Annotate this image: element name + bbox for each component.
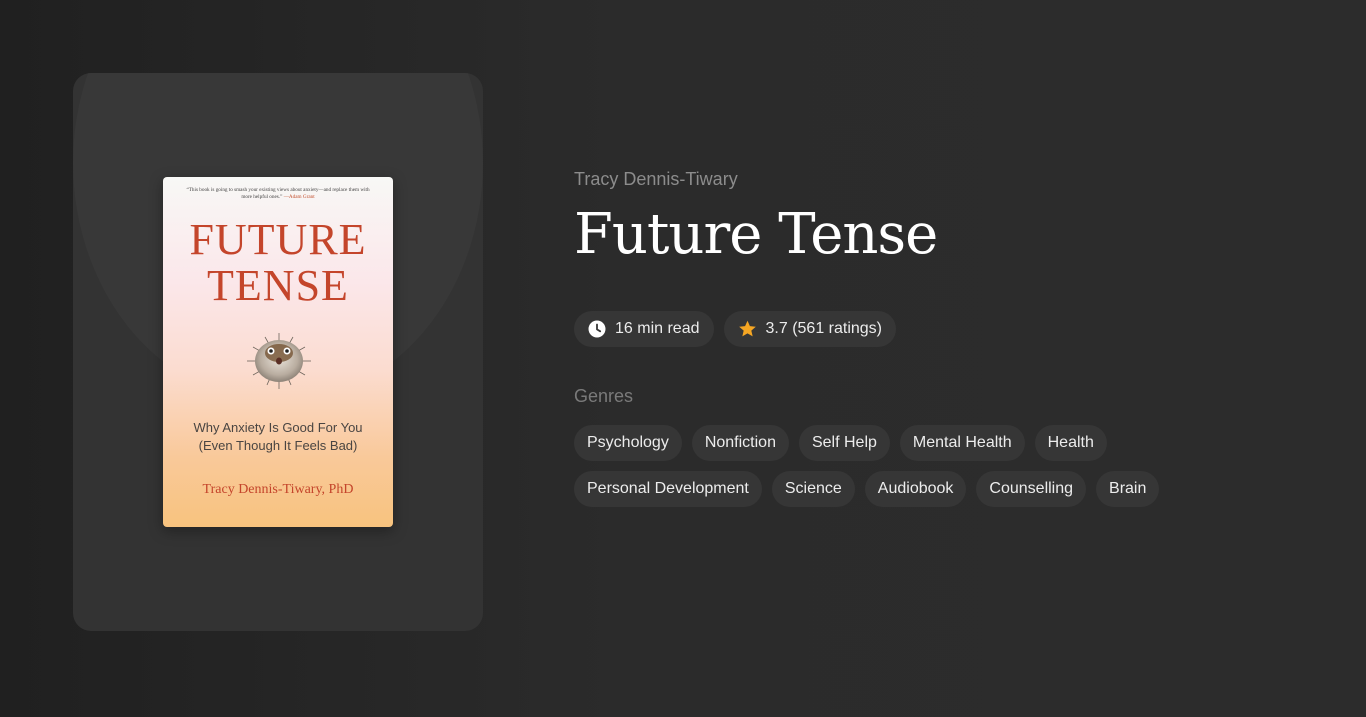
cover-quote-text: “This book is going to smash your existi…: [186, 187, 370, 200]
cover-title-line2: TENSE: [207, 261, 349, 310]
genres-heading: Genres: [574, 386, 634, 406]
cover-title: FUTURE TENSE: [163, 217, 393, 309]
book-meta-row: 16 min read 3.7 (561 ratings): [574, 311, 1334, 347]
genre-tag-self-help[interactable]: Self Help: [798, 425, 890, 461]
pufferfish-illustration: [247, 333, 311, 389]
clock-icon: [588, 320, 606, 338]
book-title: Future Tense: [574, 202, 938, 267]
cover-subtitle: Why Anxiety Is Good For You (Even Though…: [171, 419, 385, 455]
book-info: Tracy Dennis-Tiwary Future Tense 16 min …: [574, 166, 1334, 507]
cover-subtitle-line2: (Even Though It Feels Bad): [198, 438, 358, 453]
genre-tag-science[interactable]: Science: [771, 471, 855, 507]
book-cover-image: “This book is going to smash your existi…: [163, 177, 393, 527]
genre-tag-audiobook[interactable]: Audiobook: [864, 471, 967, 507]
genres-list: Psychology Nonfiction Self Help Mental H…: [574, 425, 1194, 507]
cover-author: Tracy Dennis-Tiwary, PhD: [202, 482, 354, 497]
genre-tag-personal-development[interactable]: Personal Development: [574, 471, 762, 507]
cover-subtitle-line1: Why Anxiety Is Good For You: [193, 420, 363, 435]
genre-tag-psychology[interactable]: Psychology: [574, 425, 682, 461]
read-time-badge: 16 min read: [574, 311, 714, 347]
cover-panel: “This book is going to smash your existi…: [73, 73, 483, 631]
book-author[interactable]: Tracy Dennis-Tiwary: [574, 166, 1334, 192]
genre-tag-mental-health[interactable]: Mental Health: [899, 425, 1025, 461]
book-detail-page: “This book is going to smash your existi…: [0, 0, 1366, 717]
genre-tag-counselling[interactable]: Counselling: [976, 471, 1087, 507]
star-icon: [738, 320, 756, 337]
genre-tag-nonfiction[interactable]: Nonfiction: [691, 425, 789, 461]
cover-quote: “This book is going to smash your existi…: [181, 187, 375, 200]
cover-title-line1: FUTURE: [189, 215, 367, 264]
cover-quote-author: —Adam Grant: [283, 193, 315, 200]
genre-tag-health[interactable]: Health: [1034, 425, 1107, 461]
rating-badge: 3.7 (561 ratings): [723, 311, 897, 347]
read-time-text: 16 min read: [615, 320, 700, 337]
genre-tag-brain[interactable]: Brain: [1096, 471, 1160, 507]
rating-text: 3.7 (561 ratings): [765, 320, 883, 337]
